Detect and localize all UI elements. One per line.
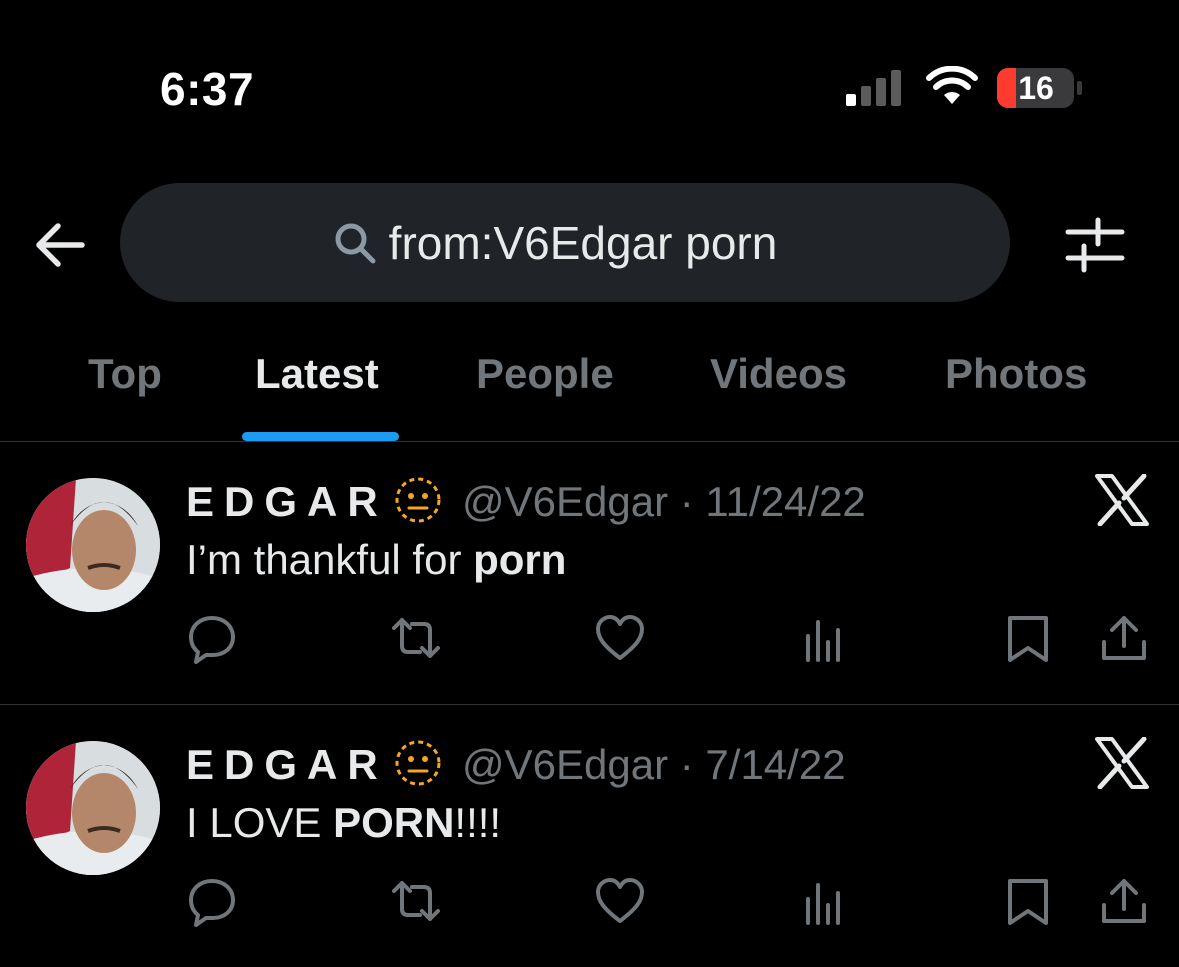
cellular-signal-icon xyxy=(846,70,901,106)
tweet-meta: @V6Edgar · 7/14/22 xyxy=(462,741,846,789)
retweet-icon[interactable] xyxy=(390,612,442,664)
bookmark-icon[interactable] xyxy=(1002,612,1054,664)
back-arrow-icon[interactable] xyxy=(30,215,90,275)
avatar-image xyxy=(26,741,160,875)
dotted-line-face-emoji-icon xyxy=(395,477,441,523)
tweet-text-highlight: PORN xyxy=(333,799,455,846)
tweet-text-highlight: porn xyxy=(473,536,567,583)
tweet-text-plain: I’m thankful for xyxy=(186,536,474,583)
avatar[interactable] xyxy=(26,478,160,612)
search-input[interactable]: from:V6Edgar porn xyxy=(120,183,1010,302)
x-logo-icon xyxy=(1095,474,1149,526)
tweet-date[interactable]: 11/24/22 xyxy=(705,478,865,525)
meta-separator: · xyxy=(668,741,706,788)
avatar-image xyxy=(26,478,160,612)
tab-top[interactable]: Top xyxy=(88,350,162,398)
battery-level: 16 xyxy=(1018,70,1054,106)
reply-icon[interactable] xyxy=(186,612,238,664)
tweet-text-plain: I LOVE xyxy=(186,799,334,846)
search-icon xyxy=(335,223,376,263)
share-icon[interactable] xyxy=(1098,875,1150,927)
like-icon[interactable] xyxy=(594,875,646,927)
tweet-date[interactable]: 7/14/22 xyxy=(705,741,845,788)
author-name[interactable]: EDGAR xyxy=(186,741,388,789)
meta-separator: · xyxy=(668,478,706,525)
tweet-text-after: !!!! xyxy=(454,799,502,846)
author-handle[interactable]: @V6Edgar xyxy=(462,741,668,788)
filter-sliders-icon[interactable] xyxy=(1062,212,1128,278)
status-time: 6:37 xyxy=(160,63,255,115)
reply-icon[interactable] xyxy=(186,875,238,927)
tab-photos[interactable]: Photos xyxy=(945,350,1087,398)
tab-people[interactable]: People xyxy=(476,350,614,398)
author-handle[interactable]: @V6Edgar xyxy=(462,478,668,525)
x-logo-icon xyxy=(1095,737,1149,789)
tweet-meta: @V6Edgar · 11/24/22 xyxy=(462,478,866,526)
search-query: from:V6Edgar porn xyxy=(388,216,778,269)
battery-indicator: 16 xyxy=(996,66,1086,110)
views-icon[interactable] xyxy=(798,614,850,666)
author-name[interactable]: EDGAR xyxy=(186,478,388,526)
tweet[interactable]: EDGAR @V6Edgar · 11/24/22 I’m thankful f… xyxy=(0,442,1179,704)
like-icon[interactable] xyxy=(594,612,646,664)
active-tab-indicator xyxy=(242,432,399,441)
tweet-text: I LOVE PORN!!!! xyxy=(186,799,501,847)
dotted-line-face-emoji-icon xyxy=(395,740,441,786)
tab-latest[interactable]: Latest xyxy=(255,350,379,398)
avatar[interactable] xyxy=(26,741,160,875)
tab-videos[interactable]: Videos xyxy=(710,350,847,398)
share-icon[interactable] xyxy=(1098,612,1150,664)
tweet-text: I’m thankful for porn xyxy=(186,536,566,584)
retweet-icon[interactable] xyxy=(390,875,442,927)
views-icon[interactable] xyxy=(798,877,850,929)
bookmark-icon[interactable] xyxy=(1002,875,1054,927)
tweet[interactable]: EDGAR @V6Edgar · 7/14/22 I LOVE PORN!!!! xyxy=(0,705,1179,967)
wifi-icon xyxy=(926,66,978,104)
